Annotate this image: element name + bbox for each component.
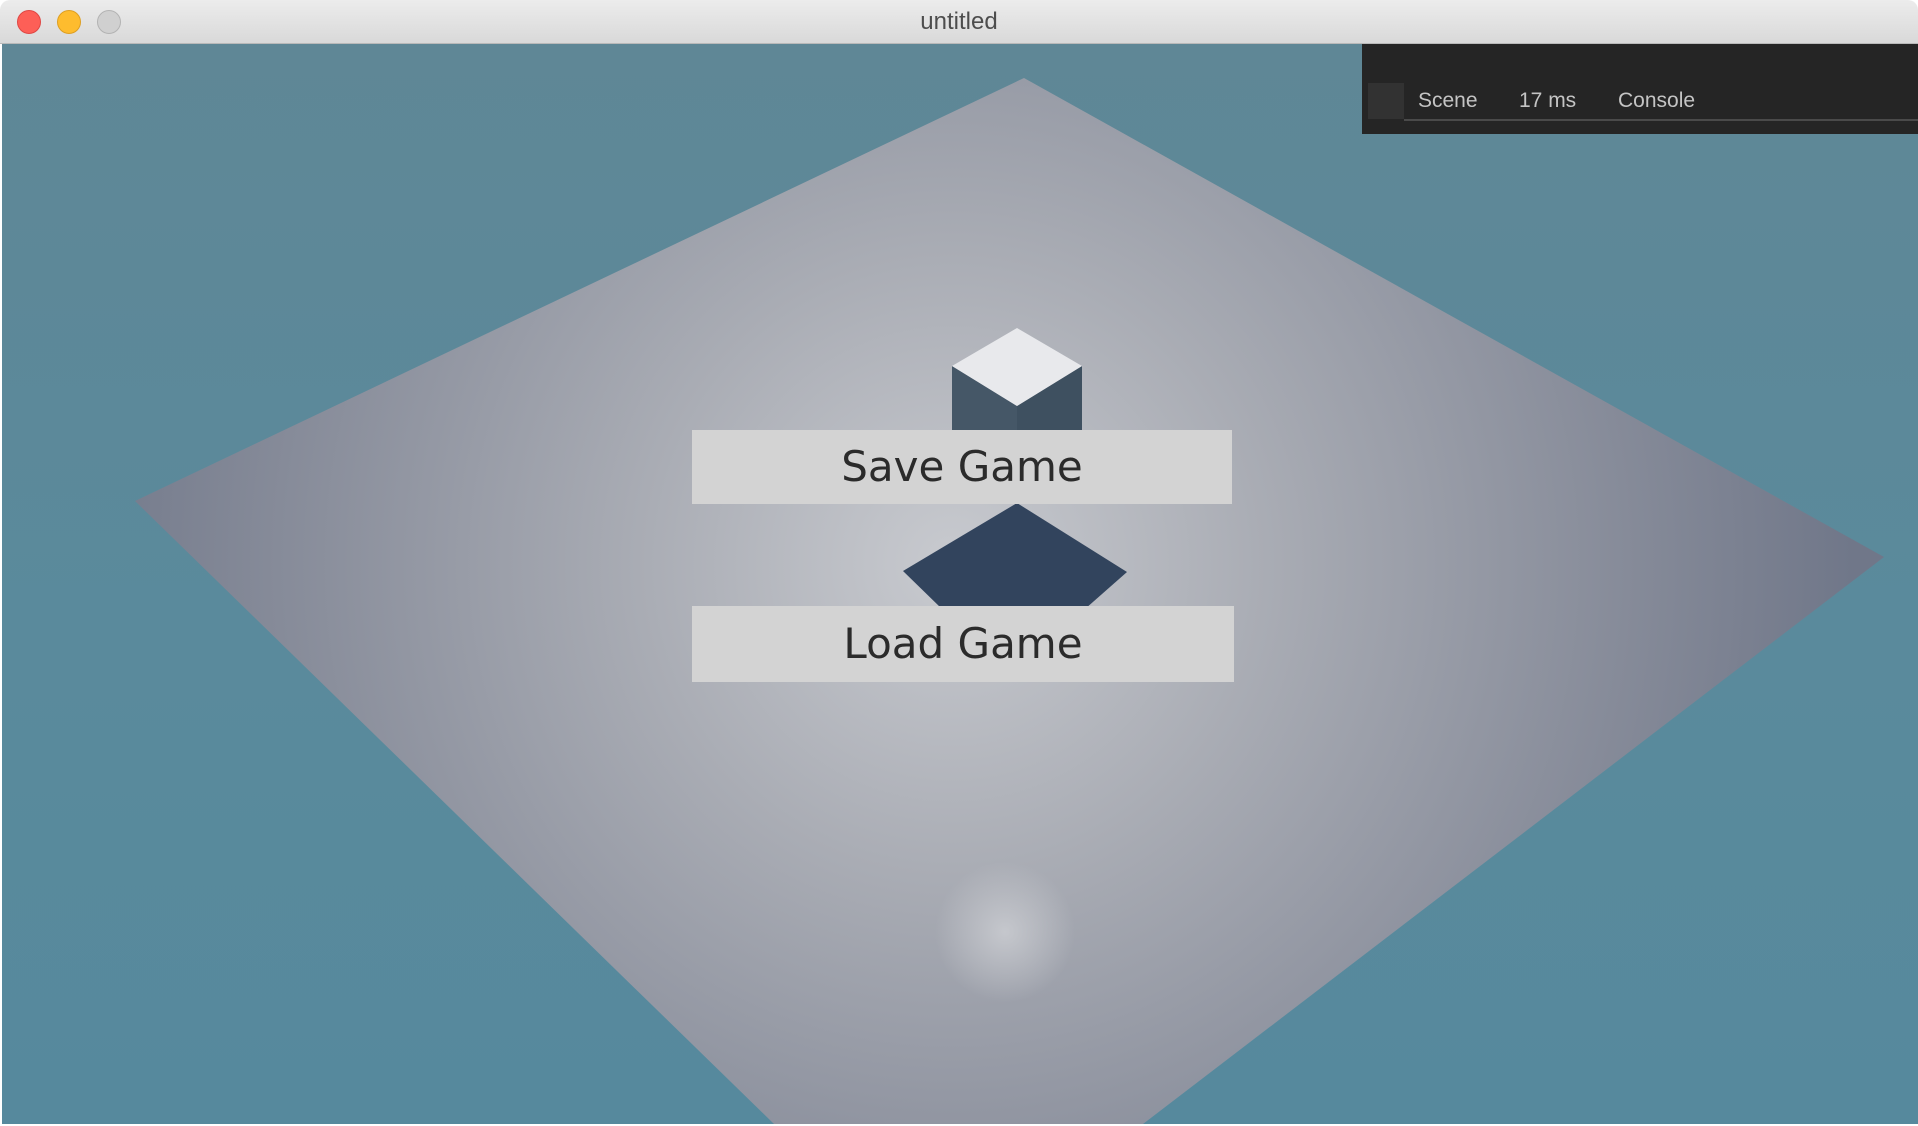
game-window: untitled Scene 17 ms Console Save Game L…	[0, 0, 1918, 1126]
debug-panel-handle[interactable]	[1368, 83, 1404, 119]
tab-console[interactable]: Console	[1618, 86, 1695, 116]
scene-3d	[135, 78, 1884, 1124]
window-title: untitled	[920, 8, 998, 35]
save-game-button[interactable]: Save Game	[692, 430, 1232, 504]
game-viewport[interactable]	[2, 44, 1918, 1124]
debug-tab-divider	[1404, 119, 1918, 121]
title-bar: untitled	[0, 0, 1918, 44]
tab-scene[interactable]: Scene	[1418, 86, 1478, 116]
frame-time-readout[interactable]: 17 ms	[1519, 86, 1576, 116]
light-spot	[935, 862, 1075, 1002]
load-game-button[interactable]: Load Game	[692, 606, 1234, 682]
